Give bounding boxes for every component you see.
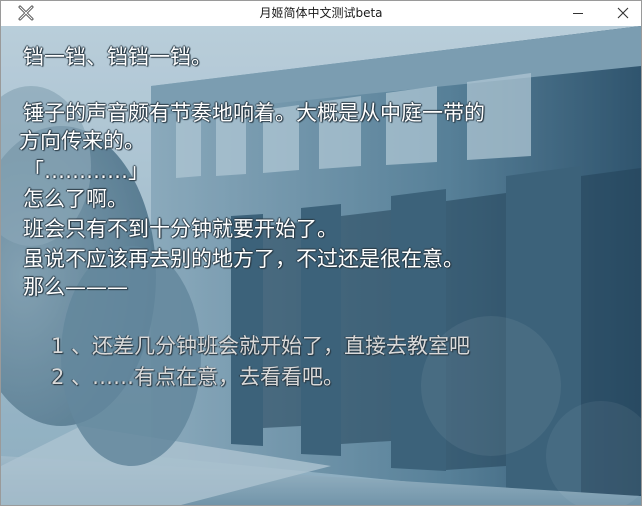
game-scene[interactable]: 铛一铛、铛铛一铛。 锤子的声音颇有节奏地响着。大概是从中庭一带的 方向传来的。 …	[1, 26, 641, 505]
window-title: 月姬简体中文测试beta	[259, 6, 383, 20]
dialogue-line: 「…………」	[23, 159, 149, 183]
dialogue-line: 锤子的声音颇有节奏地响着。大概是从中庭一带的	[23, 101, 485, 125]
minimize-button[interactable]	[555, 1, 601, 26]
game-window: 月姬简体中文测试beta 铛一铛、铛铛一铛。 锤子的声音颇有节奏地响着。大概是从…	[0, 0, 642, 506]
dialogue-line: 铛一铛、铛铛一铛。	[23, 45, 212, 69]
dialogue-line: 班会只有不到十分钟就要开始了。	[23, 217, 338, 241]
choice-option-2[interactable]: 2 、……有点在意，去看看吧。	[51, 364, 344, 390]
title-bar[interactable]: 月姬简体中文测试beta	[1, 1, 641, 26]
dialogue-line: 怎么了啊。	[23, 187, 128, 211]
dialogue-line: 虽说不应该再去别的地方了，不过还是很在意。	[23, 247, 464, 271]
close-icon	[617, 4, 629, 23]
dialogue-line: 那么———	[23, 275, 128, 299]
dialogue-box[interactable]: 铛一铛、铛铛一铛。 锤子的声音颇有节奏地响着。大概是从中庭一带的 方向传来的。 …	[1, 26, 641, 505]
minimize-icon	[572, 4, 584, 23]
choice-option-1[interactable]: 1 、还差几分钟班会就开始了，直接去教室吧	[51, 333, 470, 359]
dialogue-line: 方向传来的。	[19, 129, 145, 153]
close-button[interactable]	[600, 1, 642, 26]
